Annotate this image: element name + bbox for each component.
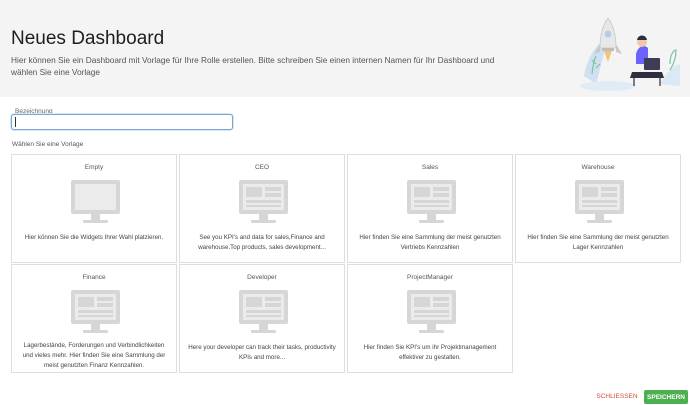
template-description: Hier können Sie die Widgets Ihrer Wahl p… bbox=[24, 234, 164, 241]
dashboard-monitor-icon bbox=[575, 180, 624, 223]
template-title: Sales bbox=[421, 164, 439, 171]
save-button[interactable]: SPEICHERN bbox=[644, 390, 688, 404]
template-card-ceo[interactable]: CEO See you KPI's and data for sales,Fin… bbox=[179, 154, 345, 263]
dashboard-monitor-icon bbox=[71, 180, 120, 223]
template-title: Finance bbox=[82, 274, 106, 281]
template-title: Warehouse bbox=[581, 164, 615, 171]
name-input[interactable] bbox=[11, 114, 233, 130]
rocket-illustration-icon bbox=[580, 17, 680, 91]
template-description: Hier finden Sie eine Sammlung der meist … bbox=[359, 234, 501, 251]
template-description: Lagerbestände, Forderungen und Verbindli… bbox=[22, 342, 166, 369]
dashboard-header: Neues Dashboard Hier können Sie ein Dash… bbox=[0, 0, 690, 97]
dashboard-monitor-icon bbox=[239, 290, 288, 333]
page-title: Neues Dashboard bbox=[11, 28, 165, 49]
dashboard-monitor-icon bbox=[407, 290, 456, 333]
template-card-finance[interactable]: Finance Lagerbestände, Forderungen und V… bbox=[11, 264, 177, 373]
close-button[interactable]: SCHLIESSEN bbox=[592, 391, 642, 403]
template-card-developer[interactable]: Developer Here your developer can track … bbox=[179, 264, 345, 373]
template-card-warehouse[interactable]: Warehouse Hier finden Sie eine Sammlung … bbox=[515, 154, 681, 263]
template-card-projectmanager[interactable]: ProjectManager Hier finden Sie KPI's um … bbox=[347, 264, 513, 373]
page-subtitle: Hier können Sie ein Dashboard mit Vorlag… bbox=[11, 55, 495, 77]
template-description: See you KPI's and data for sales,Finance… bbox=[198, 234, 326, 251]
dashboard-monitor-icon bbox=[71, 290, 120, 333]
dashboard-monitor-icon bbox=[239, 180, 288, 223]
template-card-empty[interactable]: Empty Hier können Sie die Widgets Ihrer … bbox=[11, 154, 177, 263]
template-section-label: Wählen Sie eine Vorlage bbox=[12, 141, 84, 148]
template-description: Hier finden Sie eine Sammlung der meist … bbox=[527, 234, 669, 251]
template-description: Here your developer can track their task… bbox=[188, 344, 336, 361]
template-card-sales[interactable]: Sales Hier finden Sie eine Sammlung der … bbox=[347, 154, 513, 263]
dashboard-monitor-icon bbox=[407, 180, 456, 223]
template-title: Empty bbox=[84, 164, 104, 171]
template-description: Hier finden Sie KPI's um ihr Projektmana… bbox=[363, 344, 497, 361]
template-title: Developer bbox=[247, 274, 277, 281]
template-title: ProjectManager bbox=[407, 274, 453, 281]
template-title: CEO bbox=[254, 164, 270, 171]
text-cursor bbox=[15, 117, 16, 127]
